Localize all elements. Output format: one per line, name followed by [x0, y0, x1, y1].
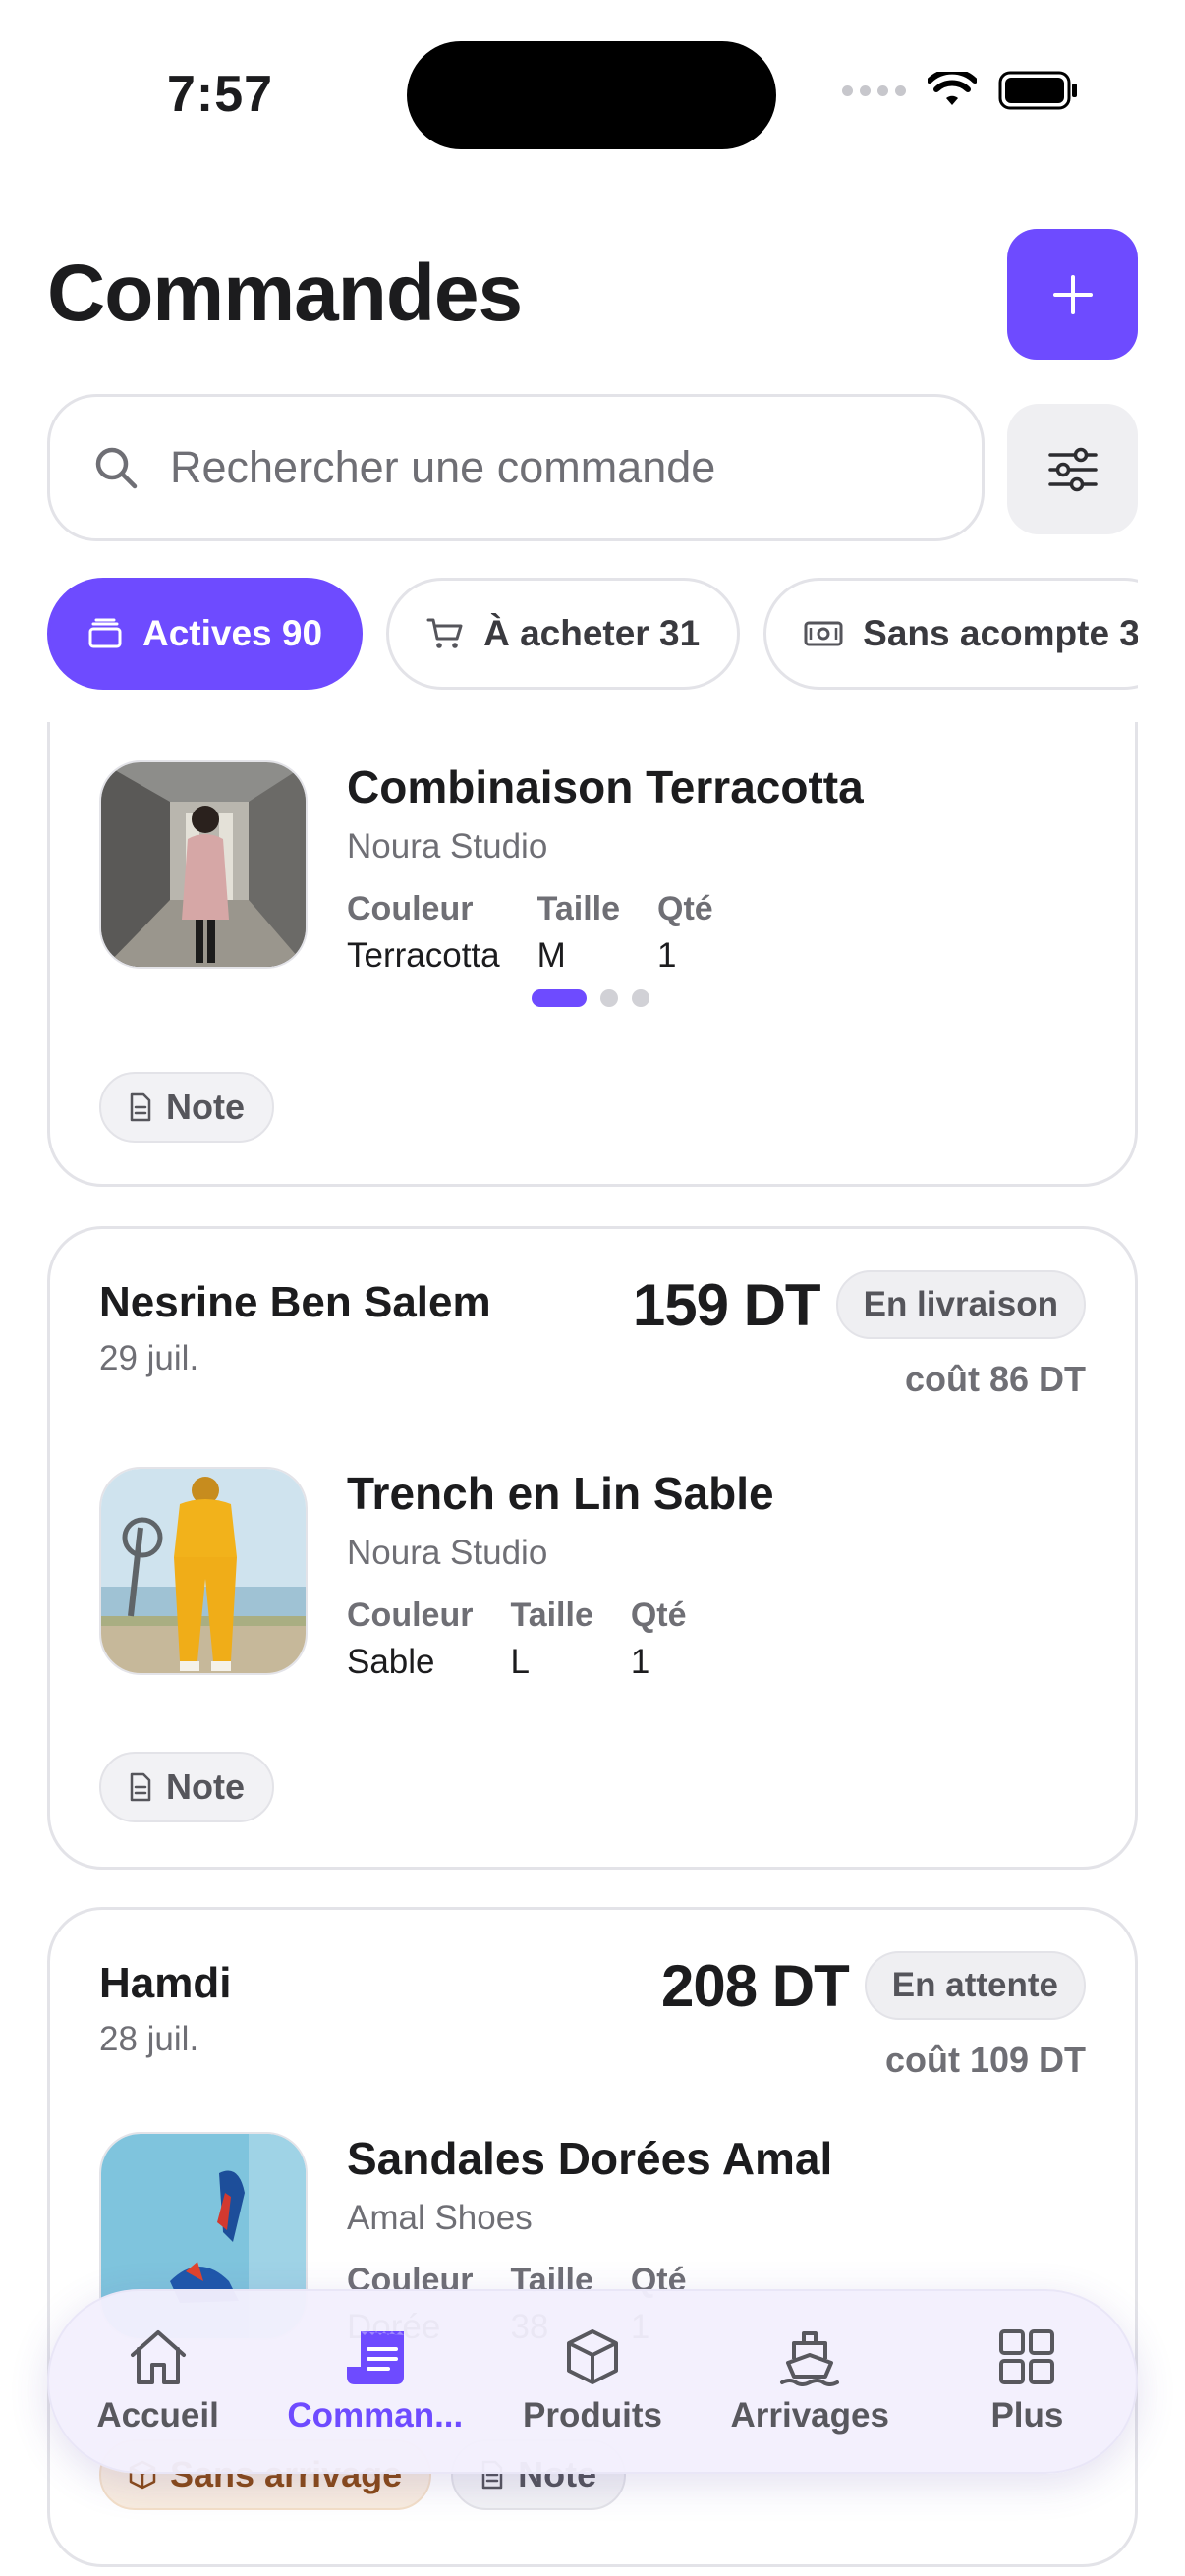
- carousel-dot-active: [532, 989, 587, 1007]
- signal-icon: [842, 84, 906, 96]
- spec-value-size: M: [536, 936, 566, 975]
- search-input[interactable]: Rechercher une commande: [47, 394, 985, 541]
- product-brand: Amal Shoes: [347, 2199, 533, 2237]
- tab-arrivages[interactable]: Arrivages: [702, 2291, 919, 2472]
- ship-icon: [780, 2331, 840, 2386]
- spec-label-qty: Qté: [630, 1596, 687, 1634]
- order-card[interactable]: Combinaison Terracotta Noura Studio Coul…: [47, 722, 1138, 1187]
- chip-label: Sans acompte 3: [863, 613, 1138, 653]
- chip-label: À acheter 31: [483, 613, 701, 653]
- note-tag[interactable]: Note: [99, 1072, 274, 1143]
- order-cost: coût 86 DT: [904, 1359, 1086, 1399]
- order-card[interactable]: Nesrine Ben Salem 29 juil. 159 DT En liv…: [47, 1226, 1138, 1870]
- order-price: 208 DT: [661, 1952, 850, 2019]
- document-icon: [130, 1772, 151, 1802]
- receipt-icon: [346, 2331, 404, 2384]
- status-badge: En livraison: [835, 1270, 1086, 1339]
- tab-commandes[interactable]: Comman...: [266, 2291, 483, 2472]
- bottom-tab-bar: Accueil Comman... Produits Arrivages Plu…: [47, 2289, 1138, 2474]
- home-icon: [130, 2330, 186, 2384]
- order-item: Combinaison Terracotta Noura Studio Coul…: [99, 760, 1086, 986]
- order-price: 159 DT: [632, 1271, 821, 1338]
- stack-icon: [88, 618, 122, 648]
- tab-label: Accueil: [96, 2396, 219, 2435]
- product-name: Combinaison Terracotta: [347, 761, 864, 812]
- dynamic-island: [407, 41, 776, 149]
- status-badge: En attente: [864, 1951, 1086, 2020]
- chip-sans-acompte[interactable]: Sans acompte 3: [763, 578, 1138, 690]
- spec-value-qty: 1: [630, 1643, 650, 1681]
- carousel-dot: [632, 989, 649, 1007]
- note-tag[interactable]: Note: [99, 1752, 274, 1822]
- spec-value-size: L: [510, 1643, 530, 1681]
- document-icon: [130, 1092, 151, 1122]
- spec-value-qty: 1: [657, 936, 677, 975]
- filter-chips: Actives 90 À acheter 31 Sans acompte 3: [47, 578, 1138, 690]
- tab-label: Produits: [523, 2396, 662, 2435]
- cart-icon: [426, 618, 463, 648]
- spec-label-color: Couleur: [347, 890, 474, 927]
- tab-produits[interactable]: Produits: [483, 2291, 701, 2472]
- product-image: [99, 1467, 308, 1675]
- spec-label-qty: Qté: [657, 890, 713, 927]
- order-cost: coût 109 DT: [884, 2040, 1086, 2080]
- order-date: 28 juil.: [99, 2020, 199, 2058]
- status-indicators: [842, 71, 1079, 110]
- tab-accueil[interactable]: Accueil: [49, 2291, 266, 2472]
- filter-button[interactable]: [1007, 404, 1138, 534]
- order-item: Trench en Lin Sable Noura Studio Couleur…: [99, 1467, 1086, 1693]
- add-order-button[interactable]: [1007, 229, 1138, 360]
- chip-a-acheter[interactable]: À acheter 31: [386, 578, 741, 690]
- spec-label-size: Taille: [510, 1596, 593, 1634]
- tag-label: Note: [166, 1766, 245, 1807]
- spec-label-size: Taille: [536, 890, 621, 927]
- tag-label: Note: [166, 1087, 245, 1127]
- order-date: 29 juil.: [99, 1339, 199, 1377]
- chip-actives[interactable]: Actives 90: [47, 578, 364, 690]
- cash-icon: [804, 621, 843, 646]
- spec-label-color: Couleur: [347, 1596, 474, 1634]
- search-placeholder: Rechercher une commande: [170, 442, 716, 492]
- status-time: 7:57: [167, 66, 274, 123]
- customer-name: Nesrine Ben Salem: [99, 1278, 491, 1326]
- box-icon: [567, 2329, 618, 2384]
- carousel-dots[interactable]: [532, 989, 649, 1007]
- battery-icon: [998, 71, 1077, 110]
- tab-label: Arrivages: [730, 2396, 889, 2435]
- spec-value-color: Terracotta: [347, 936, 500, 975]
- chip-label: Actives 90: [142, 613, 323, 653]
- spec-value-color: Sable: [347, 1643, 435, 1681]
- product-brand: Noura Studio: [347, 1534, 548, 1572]
- product-name: Sandales Dorées Amal: [347, 2133, 833, 2184]
- plus-icon: [1052, 274, 1093, 314]
- customer-name: Hamdi: [99, 1959, 232, 2007]
- wifi-icon: [928, 72, 977, 105]
- product-name: Trench en Lin Sable: [347, 1468, 774, 1519]
- tab-label: Plus: [990, 2396, 1064, 2435]
- tab-label: Comman...: [287, 2396, 464, 2435]
- product-brand: Noura Studio: [347, 827, 548, 866]
- grid-icon: [999, 2329, 1055, 2384]
- tab-plus[interactable]: Plus: [919, 2291, 1136, 2472]
- search-icon: [95, 447, 138, 489]
- sliders-icon: [1047, 447, 1098, 491]
- product-image: [99, 760, 308, 969]
- page-title: Commandes: [47, 249, 523, 338]
- carousel-dot: [600, 989, 618, 1007]
